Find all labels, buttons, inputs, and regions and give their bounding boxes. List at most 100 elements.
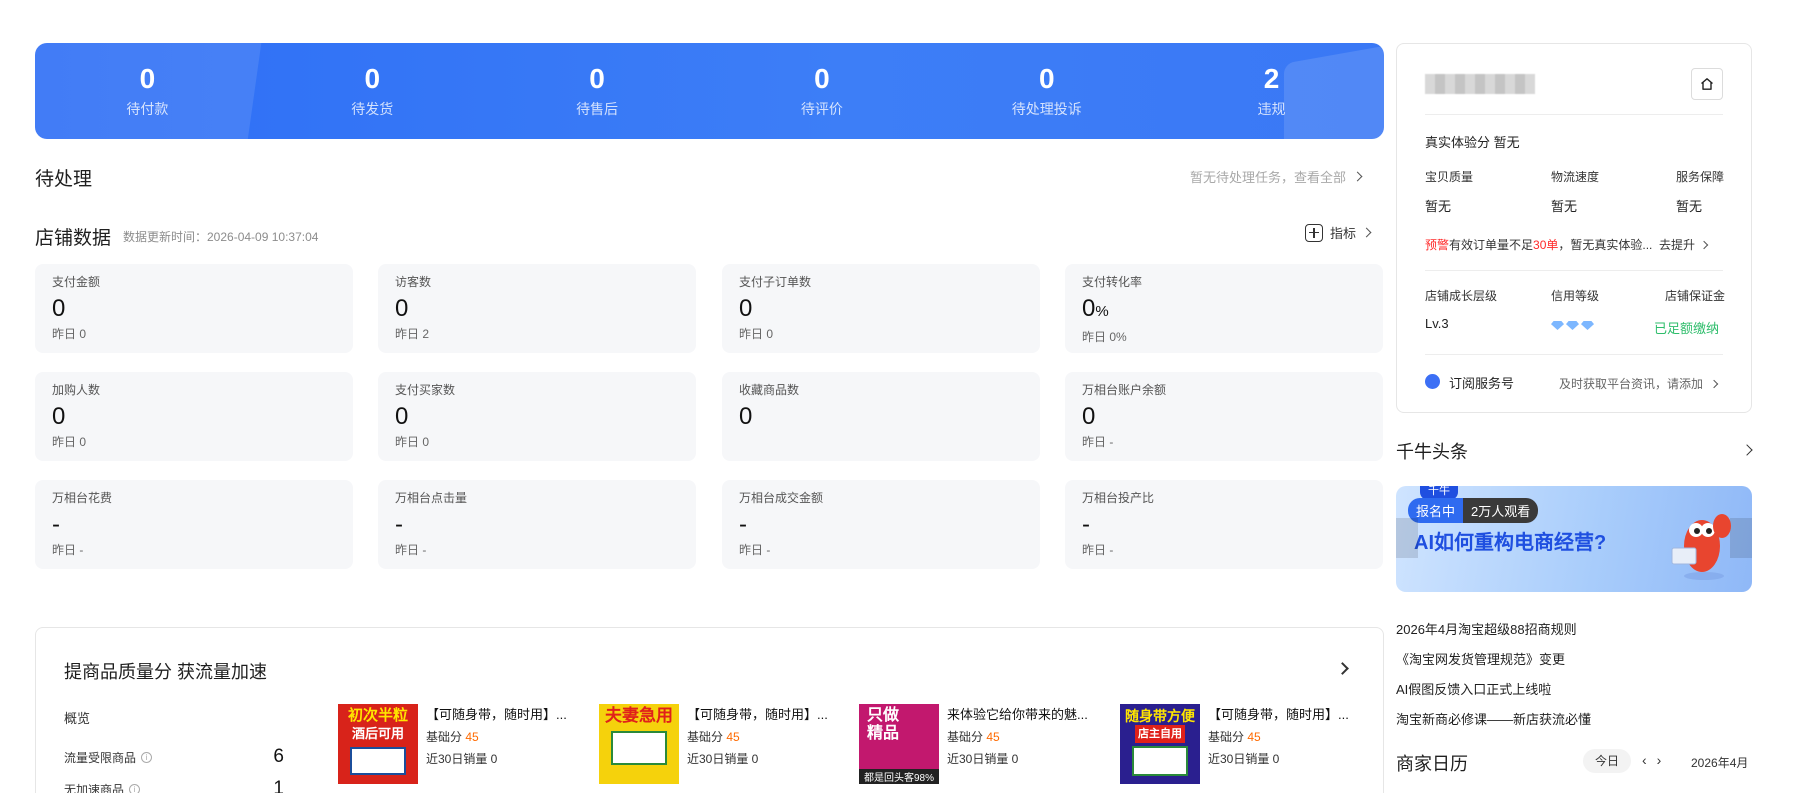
stat-value: 0 <box>364 63 381 94</box>
product-name: 【可随身带，随时用】... <box>426 707 567 722</box>
card-value: 0 <box>1082 403 1096 430</box>
credit-level-label: 信用等级 <box>1551 289 1600 303</box>
card-label: 万相台账户余额 <box>1082 383 1167 397</box>
card-label: 支付金额 <box>52 275 101 289</box>
store-home-button[interactable] <box>1691 68 1723 100</box>
qianniu-banner[interactable]: 千牛 报名中 2万人观看 AI如何重构电商经营? <box>1396 486 1752 592</box>
quality-row-label: 无加速商品 <box>64 782 125 793</box>
product-score: 基础分 45 <box>426 730 479 744</box>
stat-pending-review[interactable]: 0 待评价 <box>709 43 934 139</box>
stat-label: 待付款 <box>126 101 169 117</box>
metric-card-ad-balance[interactable]: 万相台账户余额 0 昨日 - <box>1065 372 1383 461</box>
chevron-left-icon[interactable]: ‹ <box>1642 752 1657 768</box>
quality-overview-label: 概览 <box>64 711 91 726</box>
news-item[interactable]: AI假图反馈入口正式上线啦 <box>1396 679 1551 698</box>
info-icon[interactable]: i <box>141 751 153 763</box>
card-value: 0 <box>739 295 753 322</box>
store-name-blurred <box>1425 74 1535 94</box>
product-info: 来体验它给你带来的魅... 基础分 45 近30日销量 0 <box>947 704 1088 784</box>
info-icon[interactable]: i <box>129 783 141 793</box>
thumbnail-text: 夫妻急用 <box>605 706 673 725</box>
card-yesterday: 昨日 - <box>395 543 427 557</box>
chevron-right-icon[interactable] <box>1741 444 1753 456</box>
card-value: - <box>1082 511 1090 538</box>
metric-card-ad-gmv[interactable]: 万相台成交金额 - 昨日 - <box>722 480 1040 569</box>
store-info-panel: 真实体验分 暂无 宝贝质量 暂无 物流速度 暂无 服务保障 暂无 预警有效订单量… <box>1396 43 1752 413</box>
chevron-right-icon[interactable]: › <box>1657 752 1672 768</box>
subscribe-label[interactable]: 订阅服务号 <box>1449 373 1514 392</box>
quality-row-limited[interactable]: 流量受限商品 i 6 <box>64 746 284 768</box>
product-item[interactable]: 初次半粒 酒后可用 【可随身带，随时用】... 基础分 45 近30日销量 0 <box>338 704 588 784</box>
quality-row-no-boost[interactable]: 无加速商品 i 1 <box>64 778 284 793</box>
stat-value: 2 <box>1263 63 1280 94</box>
deposit-value[interactable]: 已足额缴纳 <box>1654 318 1719 337</box>
experience-warning: 预警有效订单量不足30单，暂无真实体验... <box>1425 238 1653 252</box>
badge-viewers: 2万人观看 <box>1463 498 1539 523</box>
metric-card-sub-orders[interactable]: 支付子订单数 0 昨日 0 <box>722 264 1040 353</box>
product-thumbnail: 随身带方便 店主自用 <box>1120 704 1200 784</box>
carousel-prev-button[interactable] <box>1396 518 1418 558</box>
banner-headline: AI如何重构电商经营? <box>1414 532 1607 554</box>
news-item[interactable]: 2026年4月淘宝超级88招商规则 <box>1396 619 1577 638</box>
stat-violations[interactable]: 2 违规 <box>1159 43 1384 139</box>
stat-pending-aftersale[interactable]: 0 待售后 <box>485 43 710 139</box>
metric-card-visitors[interactable]: 访客数 0 昨日 2 <box>378 264 696 353</box>
card-value: 0% <box>1082 294 1366 327</box>
card-value: - <box>52 511 60 538</box>
thumbnail-subtext: 酒后可用 <box>351 726 404 741</box>
product-name: 【可随身带，随时用】... <box>687 707 828 722</box>
chevron-right-icon[interactable] <box>1336 662 1349 675</box>
product-item[interactable]: 只做精品 都是回头客98% 来体验它给你带来的魅... 基础分 45 近30日销… <box>859 704 1109 784</box>
quality-row-label: 流量受限商品 <box>64 750 137 765</box>
news-item[interactable]: 《淘宝网发货管理规范》变更 <box>1396 649 1565 668</box>
metric-card-ad-clicks[interactable]: 万相台点击量 - 昨日 - <box>378 480 696 569</box>
growth-level-value[interactable]: Lv.3 <box>1425 316 1449 331</box>
metric-card-payment-amount[interactable]: 支付金额 0 昨日 0 <box>35 264 353 353</box>
card-label: 访客数 <box>395 275 432 289</box>
lobster-mascot-icon <box>1671 514 1731 580</box>
metric-card-favorites[interactable]: 收藏商品数 0 <box>722 372 1040 461</box>
product-name: 【可随身带，随时用】... <box>1208 707 1349 722</box>
product-sales: 近30日销量 0 <box>947 752 1019 766</box>
metric-card-ad-roi[interactable]: 万相台投产比 - 昨日 - <box>1065 480 1383 569</box>
pending-view-all-link[interactable]: 暂无待处理任务，查看全部 <box>1190 167 1363 186</box>
metrics-button[interactable]: 指标 <box>1305 223 1372 242</box>
calendar-today-button[interactable]: 今日 <box>1583 749 1631 773</box>
quality-title: 提商品质量分 获流量加速 <box>64 662 267 682</box>
growth-level-label: 店铺成长层级 <box>1425 289 1498 303</box>
metric-card-ad-spend[interactable]: 万相台花费 - 昨日 - <box>35 480 353 569</box>
credit-diamonds[interactable] <box>1551 321 1594 330</box>
thumbnail-text: 初次半粒 <box>347 707 408 724</box>
metric-card-paying-buyers[interactable]: 支付买家数 0 昨日 0 <box>378 372 696 461</box>
news-item[interactable]: 淘宝新商必修课——新店获流必懂 <box>1396 709 1591 728</box>
stat-label: 待评价 <box>800 101 843 117</box>
chevron-right-icon <box>1361 227 1372 238</box>
live-badge: 报名中 2万人观看 <box>1408 498 1539 523</box>
metric-card-conversion-rate[interactable]: 支付转化率 0% 昨日 0% <box>1065 264 1383 353</box>
product-sales: 近30日销量 0 <box>426 752 498 766</box>
improve-link[interactable]: 去提升 <box>1659 236 1709 253</box>
metric-card-add-to-cart[interactable]: 加购人数 0 昨日 0 <box>35 372 353 461</box>
experience-score[interactable]: 真实体验分 暂无 <box>1425 132 1520 151</box>
stat-pending-payment[interactable]: 0 待付款 <box>35 43 260 139</box>
card-label: 加购人数 <box>52 383 101 397</box>
chevron-right-icon <box>1709 379 1719 388</box>
thumbnail-subtext: 都是回头客98% <box>859 769 939 784</box>
score-label-service: 服务保障 <box>1676 170 1725 184</box>
calendar-month: 2026年4月 <box>1691 756 1749 770</box>
calendar-nav: ‹› <box>1642 752 1671 768</box>
subscribe-hint-link[interactable]: 及时获取平台资讯，请添加 <box>1559 375 1719 392</box>
quality-row-value: 1 <box>273 778 284 793</box>
card-yesterday: 昨日 0 <box>52 327 87 341</box>
stat-pending-shipment[interactable]: 0 待发货 <box>260 43 485 139</box>
thumbnail-text: 只做精品 <box>866 707 899 742</box>
stat-pending-complaint[interactable]: 0 待处理投诉 <box>934 43 1159 139</box>
product-item[interactable]: 随身带方便 店主自用 【可随身带，随时用】... 基础分 45 近30日销量 0 <box>1120 704 1370 784</box>
product-name: 来体验它给你带来的魅... <box>947 707 1088 722</box>
chevron-right-icon <box>1352 171 1363 182</box>
product-info: 【可随身带，随时用】... 基础分 45 近30日销量 0 <box>687 704 828 784</box>
card-yesterday: 昨日 - <box>739 543 771 557</box>
product-item[interactable]: 夫妻急用 【可随身带，随时用】... 基础分 45 近30日销量 0 <box>599 704 849 784</box>
card-yesterday: 昨日 0 <box>395 435 430 449</box>
card-label: 支付子订单数 <box>739 275 812 289</box>
